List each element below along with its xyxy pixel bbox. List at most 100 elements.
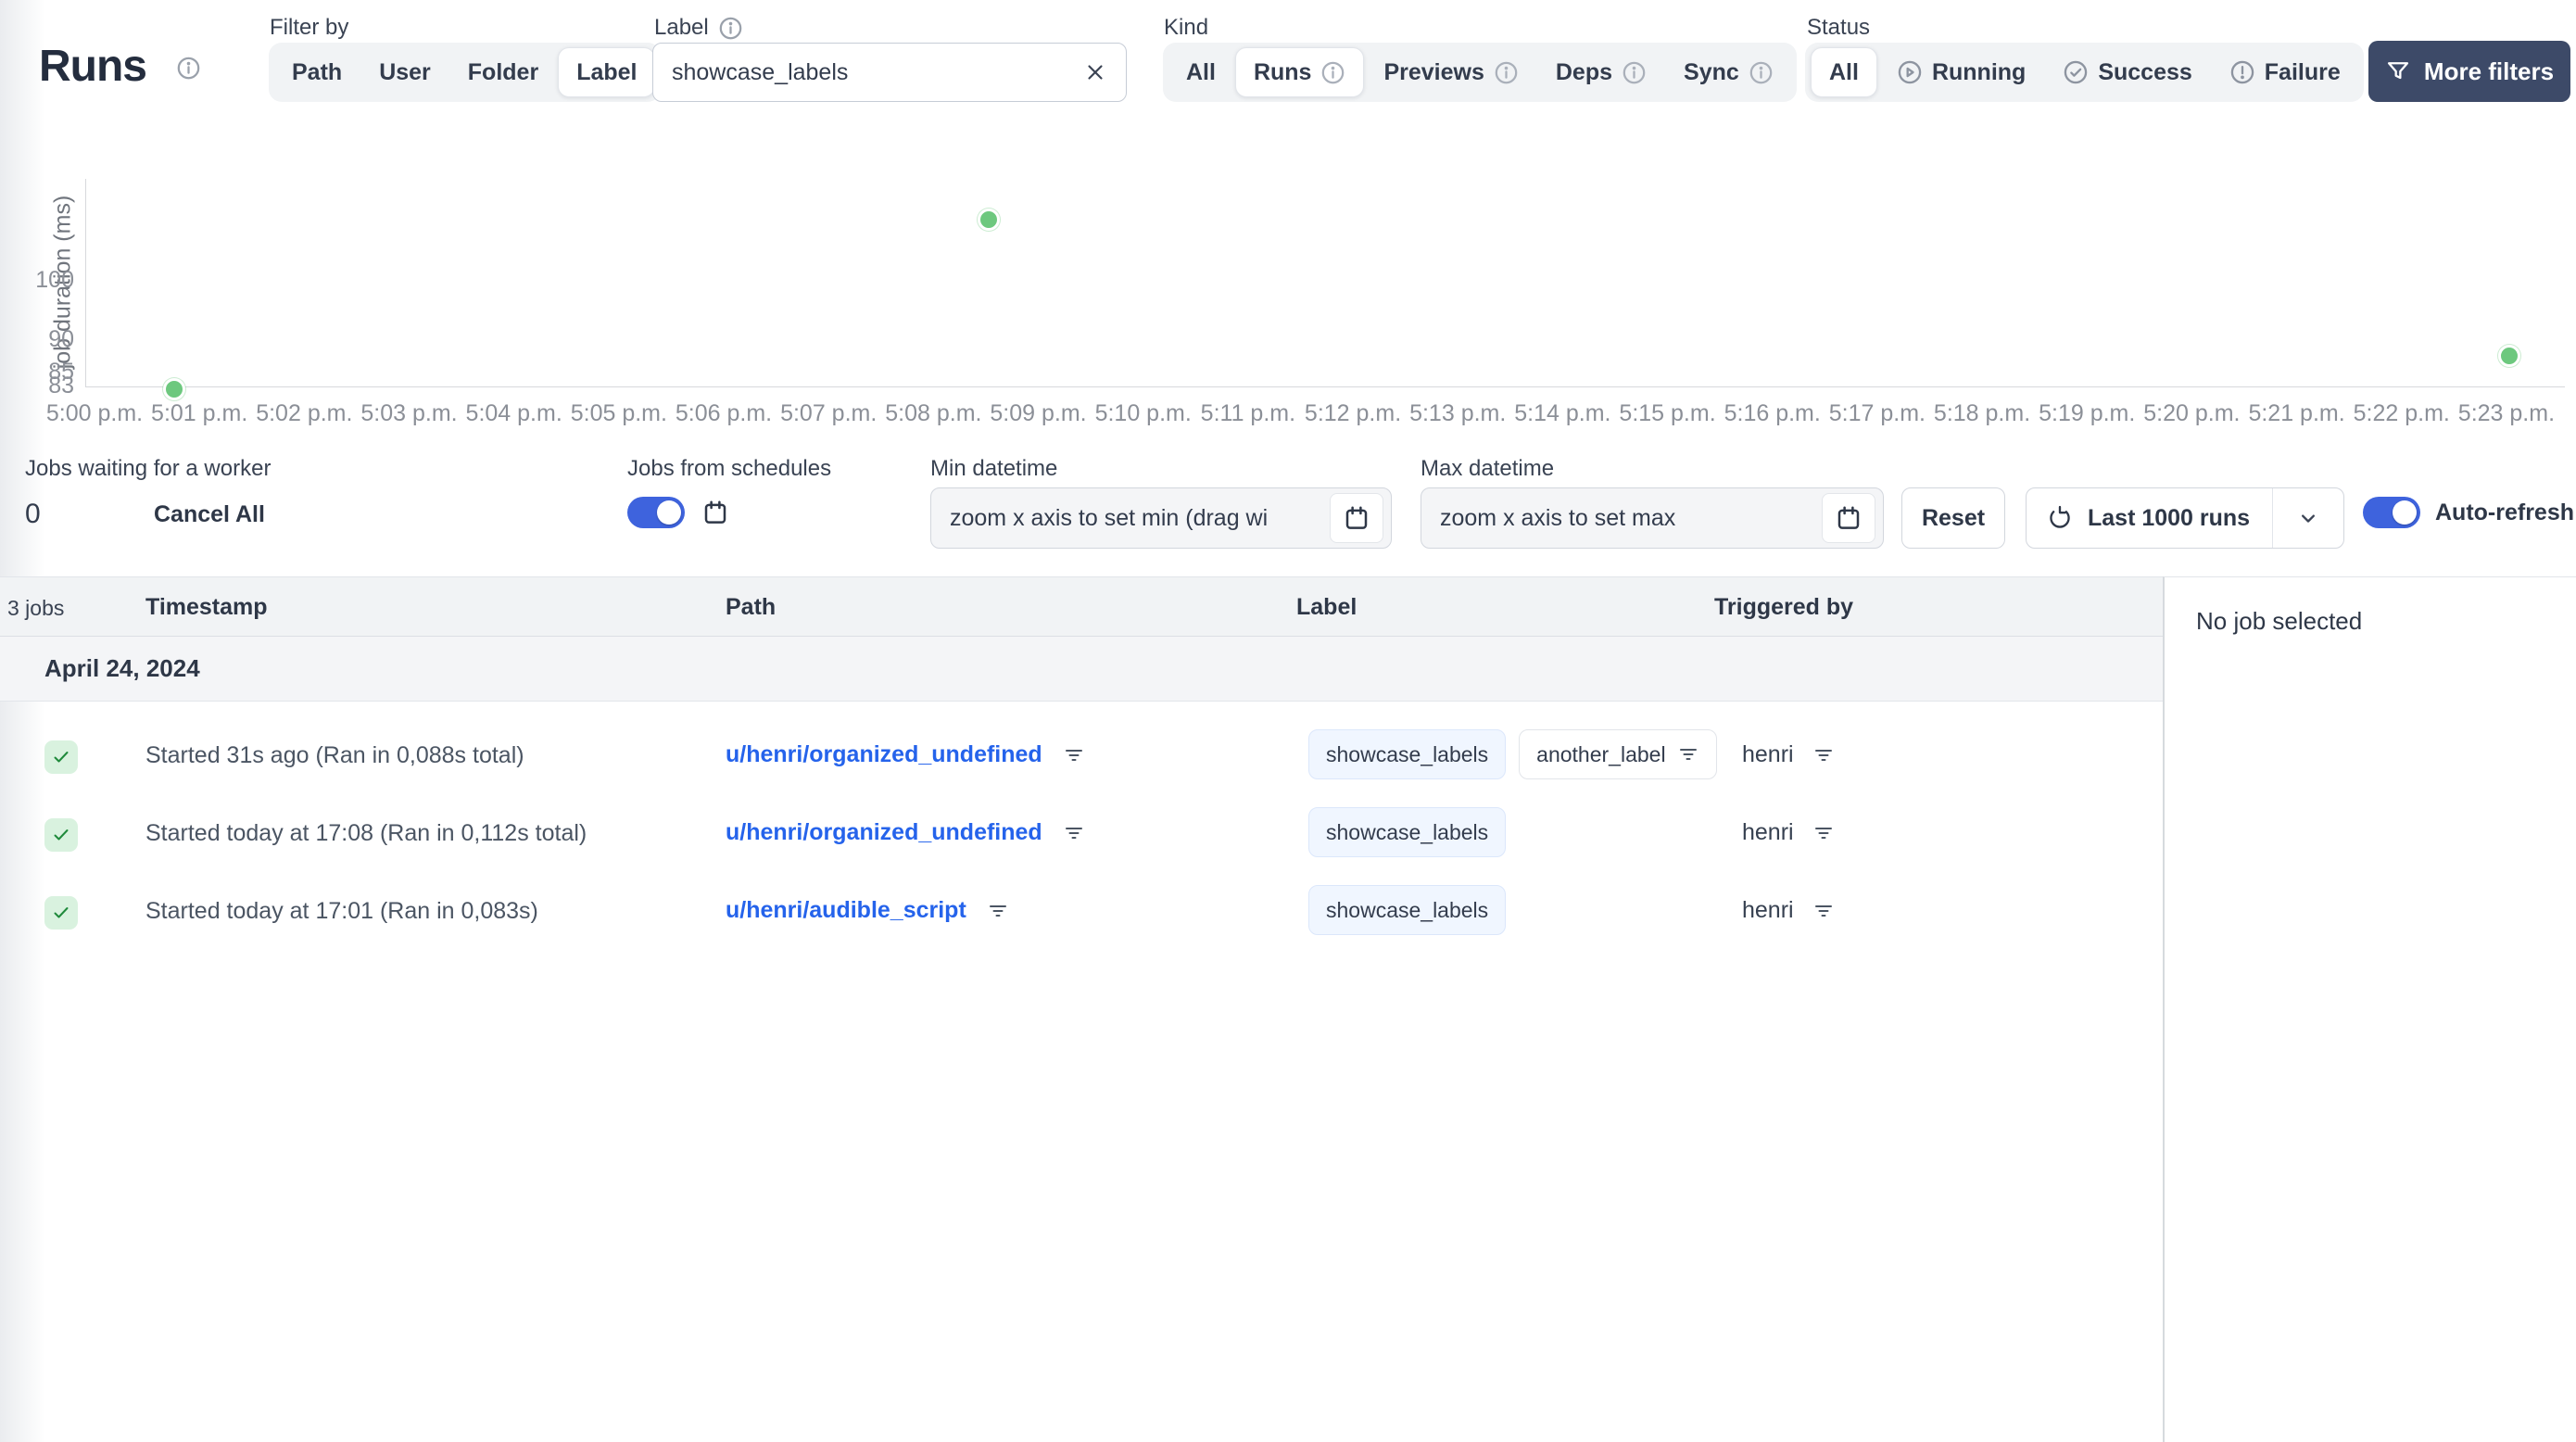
option-label: Path — [292, 58, 343, 85]
job-duration-point[interactable] — [162, 378, 185, 400]
max-datetime-label: Max datetime — [1421, 456, 1555, 481]
info-icon[interactable] — [1494, 60, 1519, 85]
more-filters-label: More filters — [2423, 57, 2555, 85]
kind-option-runs[interactable]: Runs — [1234, 47, 1365, 97]
filter-by-option-label[interactable]: Label — [558, 47, 656, 97]
x-axis-tick: 5:20 p.m. — [2143, 400, 2241, 426]
calendar-icon[interactable] — [701, 499, 729, 526]
label-chip[interactable]: another_label — [1519, 729, 1717, 779]
kind-option-sync[interactable]: Sync — [1666, 48, 1791, 96]
reset-button[interactable]: Reset — [1901, 487, 2005, 549]
option-label: All — [1186, 58, 1216, 85]
no-job-selected-message: No job selected — [2196, 607, 2363, 635]
filter-by-option-folder[interactable]: Folder — [450, 48, 556, 96]
runs-count-dropdown-button[interactable] — [2272, 488, 2343, 548]
x-axis-tick: 5:11 p.m. — [1200, 400, 1296, 426]
status-option-all[interactable]: All — [1811, 47, 1877, 97]
x-axis-tick: 5:18 p.m. — [1933, 400, 2031, 426]
calendar-icon[interactable] — [1330, 493, 1383, 543]
kind-option-all[interactable]: All — [1168, 48, 1233, 96]
run-path-link[interactable]: u/henri/organized_undefined — [726, 741, 1042, 768]
filter-by-group: Path User Folder Label — [269, 43, 662, 102]
play-circle-icon — [1897, 59, 1923, 85]
x-axis-tick: 5:01 p.m. — [151, 400, 248, 426]
triggered-by-user: henri — [1742, 819, 1794, 845]
column-header-path: Path — [726, 594, 777, 620]
table-row[interactable]: Started today at 17:08 (Ran in 0,112s to… — [0, 795, 2163, 873]
auto-refresh-toggle[interactable] — [2363, 497, 2420, 528]
triggered-by-user: henri — [1742, 897, 1794, 923]
info-icon[interactable] — [1622, 60, 1647, 85]
x-axis-tick: 5:16 p.m. — [1724, 400, 1821, 426]
info-icon[interactable] — [1749, 60, 1774, 85]
filter-lines-icon[interactable] — [1677, 743, 1699, 765]
last-1000-runs-label: Last 1000 runs — [2088, 504, 2251, 531]
label-chip[interactable]: showcase_labels — [1308, 729, 1507, 779]
option-label: Success — [2098, 58, 2192, 85]
filter-lines-icon[interactable] — [987, 900, 1009, 922]
option-label: Label — [576, 58, 638, 85]
job-duration-point[interactable] — [977, 208, 1000, 231]
status-option-running[interactable]: Running — [1879, 48, 2043, 96]
filter-lines-icon[interactable] — [1812, 744, 1835, 766]
filter-lines-icon[interactable] — [1812, 822, 1835, 844]
status-option-success[interactable]: Success — [2045, 48, 2209, 96]
jobs-count: 3 jobs — [7, 596, 65, 620]
filter-by-option-path[interactable]: Path — [274, 48, 360, 96]
table-row[interactable]: Started 31s ago (Ran in 0,088s total) u/… — [0, 717, 2163, 795]
label-filter-label-text: Label — [654, 15, 709, 40]
x-axis-tick: 5:03 p.m. — [360, 400, 458, 426]
job-detail-panel: No job selected — [2163, 576, 2576, 1442]
alert-circle-icon — [2229, 59, 2255, 85]
kind-option-deps[interactable]: Deps — [1538, 48, 1664, 96]
option-label: Failure — [2264, 58, 2341, 85]
min-datetime-placeholder: zoom x axis to set min (drag wi — [950, 504, 1269, 531]
x-axis-tick: 5:12 p.m. — [1304, 400, 1402, 426]
label-chip[interactable]: showcase_labels — [1308, 885, 1507, 935]
filter-lines-icon[interactable] — [1063, 744, 1085, 766]
max-datetime-input[interactable]: zoom x axis to set max — [1421, 487, 1884, 549]
last-1000-runs-button[interactable]: Last 1000 runs — [2027, 488, 2272, 548]
y-axis-tick: 83 — [48, 373, 74, 398]
option-label: Previews — [1383, 58, 1484, 85]
option-label: Folder — [467, 58, 539, 85]
label-chip-text: showcase_labels — [1326, 741, 1489, 766]
clear-icon[interactable] — [1083, 60, 1107, 84]
jobs-from-schedules-toggle[interactable] — [627, 497, 685, 528]
chart-x-axis-line[interactable] — [85, 386, 2565, 387]
run-path-link[interactable]: u/henri/organized_undefined — [726, 819, 1042, 846]
x-axis-tick: 5:10 p.m. — [1094, 400, 1192, 426]
runs-count-select: Last 1000 runs — [2026, 487, 2344, 549]
table-row[interactable]: Started today at 17:01 (Ran in 0,083s) u… — [0, 873, 2163, 951]
jobs-from-schedules-label: Jobs from schedules — [627, 456, 832, 481]
auto-refresh-label: Auto-refresh — [2435, 499, 2575, 525]
label-chip[interactable]: showcase_labels — [1308, 807, 1507, 857]
page-title: Runs — [39, 42, 147, 91]
filter-by-option-user[interactable]: User — [361, 48, 448, 96]
chevron-down-icon — [2295, 505, 2321, 531]
cancel-all-button[interactable]: Cancel All — [154, 501, 265, 528]
y-axis-tick: 90 — [48, 326, 74, 353]
more-filters-button[interactable]: More filters — [2368, 41, 2570, 102]
status-label: Status — [1807, 15, 1871, 40]
filter-lines-icon[interactable] — [1812, 900, 1835, 922]
filter-lines-icon[interactable] — [1063, 822, 1085, 844]
label-filter-input[interactable]: showcase_labels — [652, 43, 1127, 102]
jobs-waiting-label: Jobs waiting for a worker — [25, 456, 271, 481]
run-path-link[interactable]: u/henri/audible_script — [726, 897, 966, 924]
run-labels: showcase_labels — [1308, 807, 1507, 857]
x-axis-tick: 5:00 p.m. — [45, 400, 144, 426]
info-icon[interactable] — [718, 16, 743, 41]
calendar-icon[interactable] — [1822, 493, 1875, 543]
kind-option-previews[interactable]: Previews — [1366, 48, 1535, 96]
x-axis-tick: 5:08 p.m. — [885, 400, 982, 426]
job-duration-point[interactable] — [2497, 345, 2520, 368]
status-option-failure[interactable]: Failure — [2212, 48, 2358, 96]
option-label: Sync — [1684, 58, 1739, 85]
info-icon[interactable] — [176, 56, 201, 81]
x-axis-tick: 5:23 p.m. — [2457, 400, 2556, 426]
x-axis-tick: 5:07 p.m. — [780, 400, 878, 426]
min-datetime-input[interactable]: zoom x axis to set min (drag wi — [930, 487, 1392, 549]
filter-by-label: Filter by — [270, 15, 349, 40]
info-icon[interactable] — [1320, 60, 1345, 85]
